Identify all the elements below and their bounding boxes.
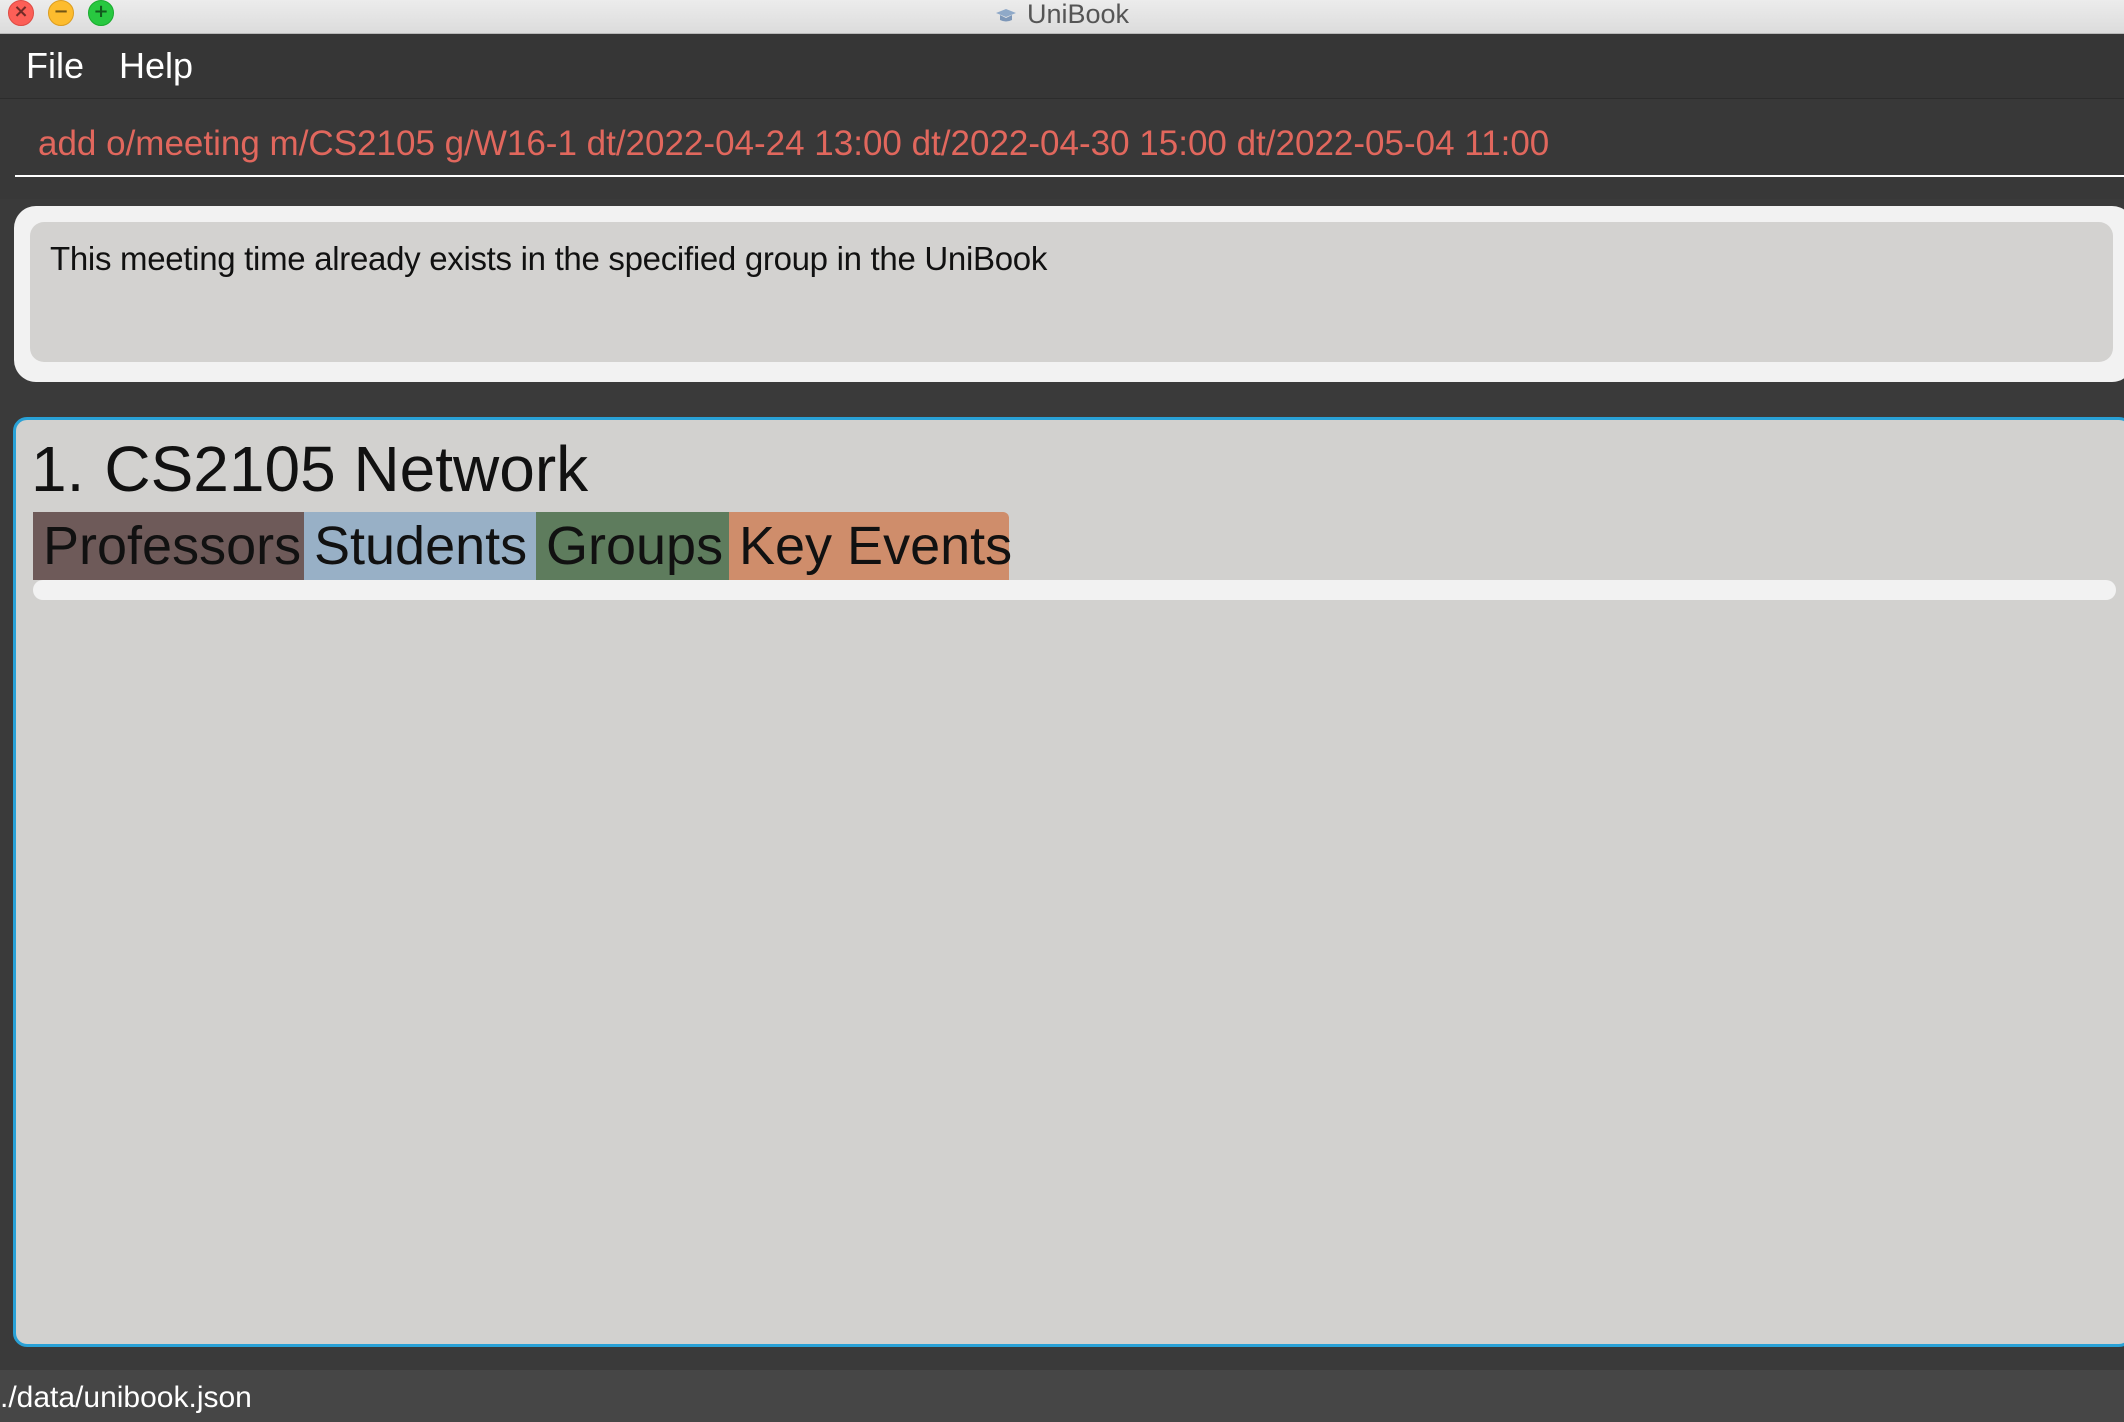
module-card-title: 1. CS2105 Network — [31, 434, 588, 504]
module-list-panel[interactable]: 1. CS2105 Network Professors Students Gro… — [13, 417, 2124, 1347]
graduation-cap-icon — [995, 9, 1016, 22]
command-box-container: add o/meeting m/CS2105 g/W16-1 dt/2022-0… — [0, 98, 2124, 199]
tab-groups[interactable]: Groups — [536, 512, 729, 580]
app-window: × − + UniBook File Help add o/meeting m/… — [0, 0, 2124, 1422]
status-bar: ./data/unibook.json — [0, 1370, 2124, 1422]
save-location: ./data/unibook.json — [0, 1381, 252, 1414]
tab-professors[interactable]: Professors — [33, 512, 304, 580]
menu-file[interactable]: File — [26, 42, 84, 90]
window-title-text: UniBook — [1026, 0, 1130, 29]
menu-help[interactable]: Help — [119, 42, 193, 90]
result-display[interactable]: This meeting time already exists in the … — [30, 222, 2113, 362]
tab-content-area — [33, 580, 2116, 600]
module-tabs: Professors Students Groups Key Events — [33, 512, 1012, 580]
command-input[interactable]: add o/meeting m/CS2105 g/W16-1 dt/2022-0… — [15, 111, 2124, 177]
tab-students[interactable]: Students — [304, 512, 536, 580]
result-display-container: This meeting time already exists in the … — [14, 206, 2124, 382]
window-title: UniBook — [0, 0, 2124, 30]
menu-bar: File Help — [0, 34, 2124, 98]
tab-key-events[interactable]: Key Events — [729, 512, 1012, 580]
title-bar: × − + UniBook — [0, 0, 2124, 34]
module-name: CS2105 Network — [104, 433, 589, 505]
module-index: 1. — [31, 433, 85, 505]
